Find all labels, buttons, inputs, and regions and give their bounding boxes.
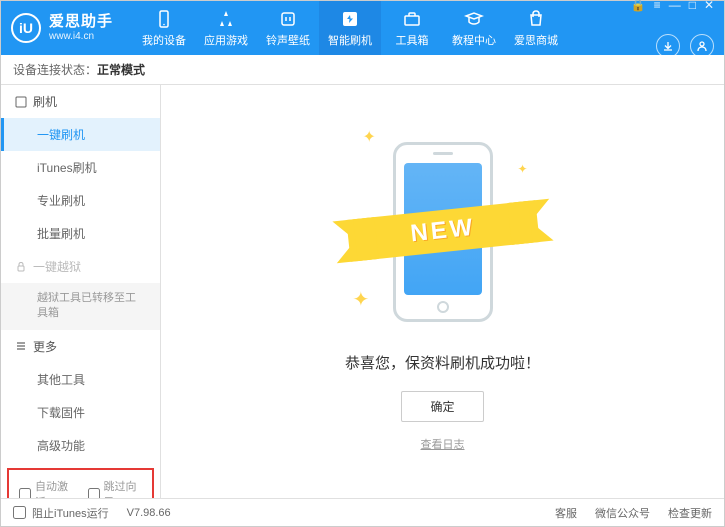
new-ribbon: NEW <box>346 200 539 262</box>
nav-label: 铃声壁纸 <box>266 32 310 48</box>
apps-icon <box>216 9 236 29</box>
logo: iU 爱思助手 www.i4.cn <box>11 13 113 43</box>
main-content: ✦ ✦ ✦ NEW 恭喜您，保资料刷机成功啦！ 确定 查看日志 <box>161 85 724 498</box>
menu-icon[interactable]: ≡ <box>654 0 661 12</box>
success-message: 恭喜您，保资料刷机成功啦！ <box>345 352 540 373</box>
section-label: 刷机 <box>33 93 57 110</box>
sidebar-item-itunes-flash[interactable]: iTunes刷机 <box>1 151 160 184</box>
block-itunes-input[interactable] <box>13 506 26 519</box>
logo-icon: iU <box>11 13 41 43</box>
lock-icon <box>15 261 27 273</box>
nav-label: 工具箱 <box>396 32 429 48</box>
footer-link-wechat[interactable]: 微信公众号 <box>595 505 650 521</box>
sidebar-section-more[interactable]: 更多 <box>1 330 160 363</box>
window-controls: 🔒 ≡ — □ ✕ <box>631 0 714 12</box>
sidebar-item-batch-flash[interactable]: 批量刷机 <box>1 217 160 250</box>
skip-guide-checkbox[interactable]: 跳过向导 <box>88 478 143 498</box>
sidebar-item-other-tools[interactable]: 其他工具 <box>1 363 160 396</box>
nav-label: 教程中心 <box>452 32 496 48</box>
maximize-icon[interactable]: □ <box>689 0 696 12</box>
sidebar-item-advanced[interactable]: 高级功能 <box>1 429 160 462</box>
nav-label: 我的设备 <box>142 32 186 48</box>
status-bar: 设备连接状态： 正常模式 <box>1 55 724 85</box>
minimize-icon[interactable]: — <box>669 0 681 12</box>
footer-link-support[interactable]: 客服 <box>555 505 577 521</box>
ok-button[interactable]: 确定 <box>401 391 483 422</box>
success-illustration: ✦ ✦ ✦ NEW <box>378 132 508 332</box>
nav-label: 智能刷机 <box>328 32 372 48</box>
nav-store[interactable]: 爱思商城 <box>505 1 567 55</box>
more-section-icon <box>15 340 27 352</box>
nav-toolbox[interactable]: 工具箱 <box>381 1 443 55</box>
ringtone-icon <box>278 9 298 29</box>
sidebar-section-flash[interactable]: 刷机 <box>1 85 160 118</box>
toolbox-icon <box>402 9 422 29</box>
skip-guide-input[interactable] <box>88 488 100 498</box>
auto-activate-input[interactable] <box>19 488 31 498</box>
app-name: 爱思助手 <box>49 14 113 31</box>
section-label: 一键越狱 <box>33 258 81 275</box>
nav-apps[interactable]: 应用游戏 <box>195 1 257 55</box>
sidebar-item-download-firmware[interactable]: 下载固件 <box>1 396 160 429</box>
status-label: 设备连接状态： <box>13 61 97 78</box>
footer: 阻止iTunes运行 V7.98.66 客服 微信公众号 检查更新 <box>1 498 724 526</box>
sparkle-icon: ✦ <box>353 287 370 312</box>
nav-flash[interactable]: 智能刷机 <box>319 1 381 55</box>
nav-label: 应用游戏 <box>204 32 248 48</box>
flash-icon <box>340 9 360 29</box>
close-icon[interactable]: ✕ <box>704 0 714 12</box>
app-url: www.i4.cn <box>49 31 113 42</box>
flash-section-icon <box>15 96 27 108</box>
jailbreak-info: 越狱工具已转移至工具箱 <box>1 283 160 330</box>
sparkle-icon: ✦ <box>363 127 376 147</box>
nav-tutorial[interactable]: 教程中心 <box>443 1 505 55</box>
main-nav: 我的设备 应用游戏 铃声壁纸 智能刷机 工具箱 教程中心 <box>133 1 567 55</box>
lock-icon[interactable]: 🔒 <box>631 0 646 12</box>
sidebar-item-oneclick-flash[interactable]: 一键刷机 <box>1 118 160 151</box>
sparkle-icon: ✦ <box>517 162 527 176</box>
sidebar-section-jailbreak[interactable]: 一键越狱 <box>1 250 160 283</box>
nav-my-device[interactable]: 我的设备 <box>133 1 195 55</box>
sidebar-item-pro-flash[interactable]: 专业刷机 <box>1 184 160 217</box>
device-icon <box>154 9 174 29</box>
sidebar: 刷机 一键刷机 iTunes刷机 专业刷机 批量刷机 一键越狱 越狱工具已转移至… <box>1 85 161 498</box>
status-value: 正常模式 <box>97 61 145 78</box>
bottom-checkbox-row: 自动激活 跳过向导 <box>7 468 154 498</box>
titlebar: iU 爱思助手 www.i4.cn 我的设备 应用游戏 铃声壁纸 智能刷机 <box>1 1 724 55</box>
section-label: 更多 <box>33 338 57 355</box>
nav-label: 爱思商城 <box>514 32 558 48</box>
store-icon <box>526 9 546 29</box>
footer-link-update[interactable]: 检查更新 <box>668 505 712 521</box>
version-label: V7.98.66 <box>127 507 171 519</box>
block-itunes-checkbox[interactable]: 阻止iTunes运行 <box>13 505 109 521</box>
auto-activate-checkbox[interactable]: 自动激活 <box>19 478 74 498</box>
nav-ringtone[interactable]: 铃声壁纸 <box>257 1 319 55</box>
tutorial-icon <box>464 9 484 29</box>
view-log-link[interactable]: 查看日志 <box>421 436 465 452</box>
